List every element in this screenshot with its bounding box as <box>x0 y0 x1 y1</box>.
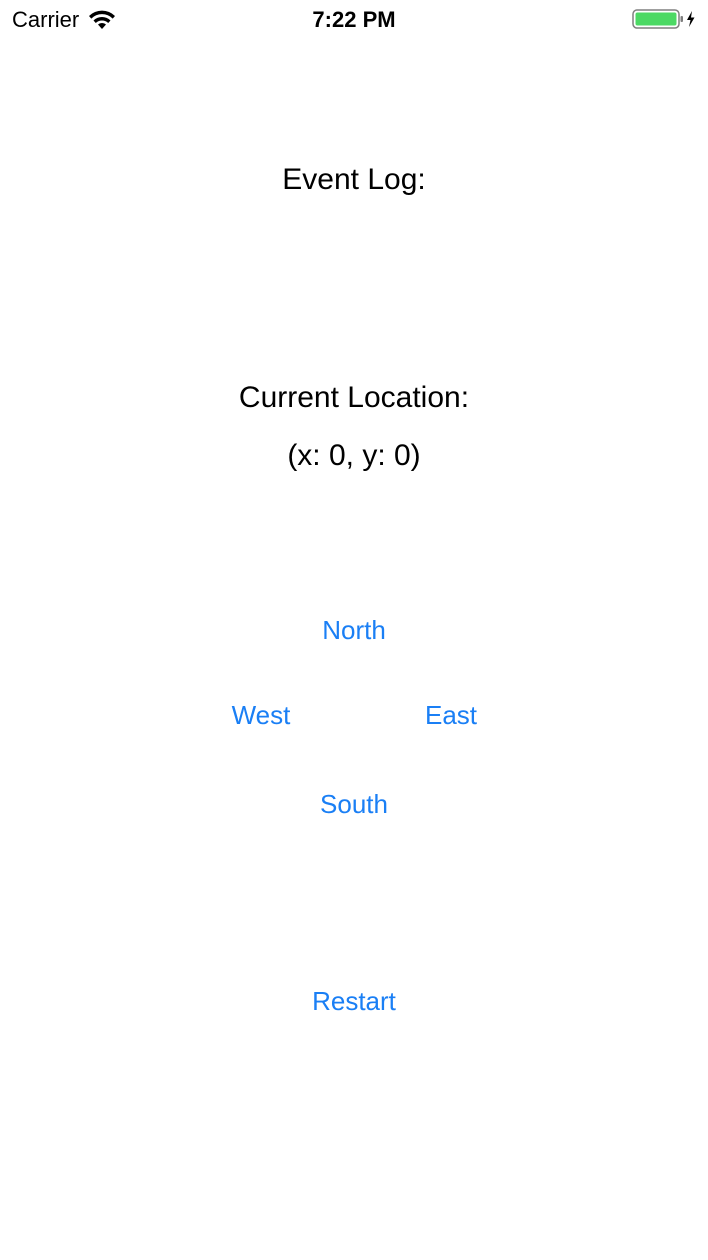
status-bar: Carrier 7:22 PM <box>0 0 708 40</box>
battery-charging-icon <box>632 9 695 29</box>
status-time: 7:22 PM <box>312 7 396 32</box>
current-location-label: Current Location: <box>238 381 470 414</box>
restart-button[interactable]: Restart <box>282 985 426 1017</box>
east-button[interactable]: East <box>400 699 502 731</box>
north-button[interactable]: North <box>292 614 416 646</box>
location-value: (x: 0, y: 0) <box>287 439 421 472</box>
south-button[interactable]: South <box>292 788 416 820</box>
event-log-label: Event Log: <box>282 163 426 196</box>
west-button[interactable]: West <box>210 699 312 731</box>
